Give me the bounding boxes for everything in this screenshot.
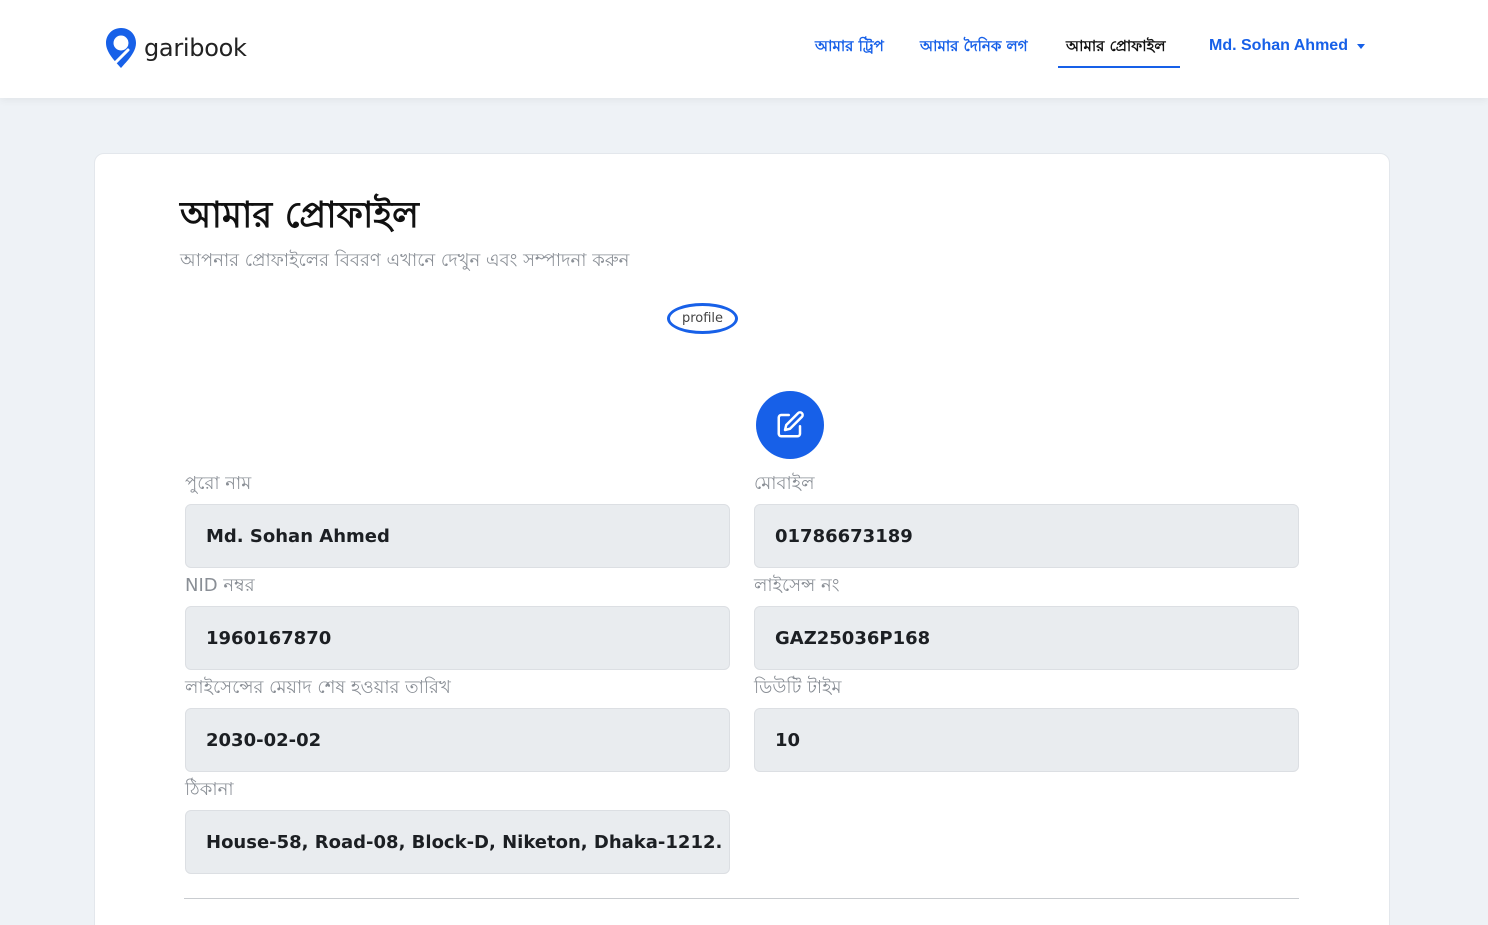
top-navbar: garibook আমার ট্রিপ আমার দৈনিক লগ আমার প…	[0, 0, 1488, 98]
license-label: লাইসেন্স নং	[754, 575, 840, 596]
address-value: House-58, Road-08, Block-D, Niketon, Dha…	[206, 831, 723, 853]
nav-my-profile[interactable]: আমার প্রোফাইল	[1066, 36, 1166, 56]
user-name: Md. Sohan Ahmed	[1209, 37, 1348, 54]
active-nav-indicator	[1058, 66, 1180, 68]
address-label: ঠিকানা	[185, 779, 234, 800]
license-value: GAZ25036P168	[775, 627, 931, 649]
mobile-field[interactable]: 01786673189	[754, 504, 1299, 568]
nid-field[interactable]: 1960167870	[185, 606, 730, 670]
page-title: আমার প্রোফাইল	[180, 195, 419, 236]
nav-my-trips[interactable]: আমার ট্রিপ	[815, 36, 884, 56]
avatar: profile	[667, 303, 738, 334]
nid-value: 1960167870	[206, 627, 332, 649]
full-name-field[interactable]: Md. Sohan Ahmed	[185, 504, 730, 568]
page-subtitle: আপনার প্রোফাইলের বিবরণ এখানে দেখুন এবং স…	[180, 250, 630, 271]
license-expiry-label: লাইসেন্সের মেয়াদ শেষ হওয়ার তারিখ	[185, 677, 451, 698]
location-pin-icon	[106, 28, 136, 68]
mobile-value: 01786673189	[775, 525, 913, 547]
user-menu-dropdown[interactable]: Md. Sohan Ahmed	[1209, 36, 1365, 56]
logo-text: garibook	[144, 34, 247, 62]
nav-daily-log[interactable]: আমার দৈনিক লগ	[920, 36, 1028, 56]
edit-icon	[777, 411, 804, 438]
duty-time-label: ডিউটি টাইম	[754, 677, 842, 698]
avatar-alt-text: profile	[681, 310, 724, 326]
garibook-logo[interactable]: garibook	[104, 26, 247, 70]
nid-label: NID নম্বর	[185, 575, 255, 596]
full-name-value: Md. Sohan Ahmed	[206, 525, 390, 547]
license-expiry-field[interactable]: 2030-02-02	[185, 708, 730, 772]
duty-time-field[interactable]: 10	[754, 708, 1299, 772]
duty-time-value: 10	[775, 729, 801, 751]
section-divider	[184, 898, 1299, 899]
full-name-label: পুরো নাম	[185, 473, 252, 494]
caret-down-icon	[1356, 43, 1365, 49]
license-field[interactable]: GAZ25036P168	[754, 606, 1299, 670]
license-expiry-value: 2030-02-02	[206, 729, 322, 751]
edit-profile-button[interactable]	[756, 391, 824, 459]
address-field[interactable]: House-58, Road-08, Block-D, Niketon, Dha…	[185, 810, 730, 874]
mobile-label: মোবাইল	[754, 473, 815, 494]
